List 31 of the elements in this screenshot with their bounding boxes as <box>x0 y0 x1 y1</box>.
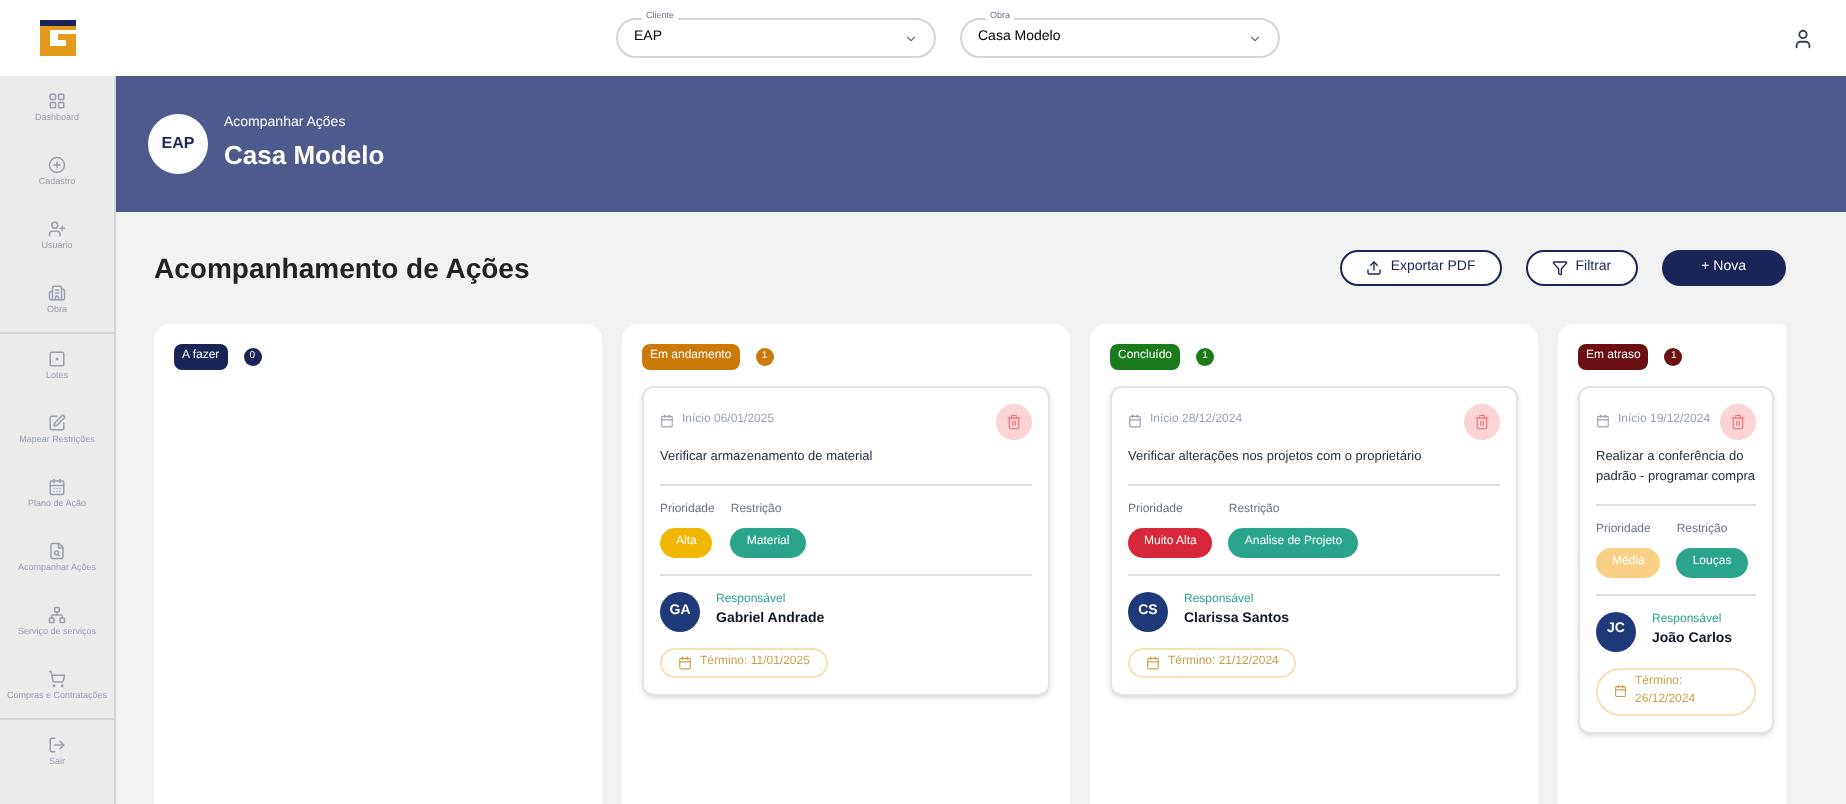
upload-icon <box>1366 260 1383 276</box>
client-logo: EAP <box>148 114 208 174</box>
square-icon <box>48 350 66 369</box>
caret-icon <box>1248 31 1262 45</box>
calendar-icon <box>48 478 66 497</box>
page-title: Acompanhamento de Ações <box>154 249 530 288</box>
document-search-icon <box>48 542 66 561</box>
trash-icon <box>1006 414 1022 430</box>
filter-icon <box>1551 260 1568 276</box>
calendar-icon <box>1128 414 1142 428</box>
calendar-icon <box>678 655 692 670</box>
calendar-icon <box>1596 414 1610 428</box>
plus-circle-icon <box>48 156 66 175</box>
delete-button[interactable] <box>1464 404 1500 440</box>
trash-icon <box>1474 414 1490 430</box>
building-icon <box>48 284 66 303</box>
nodes-icon <box>48 606 66 625</box>
logout-icon <box>48 736 66 755</box>
delete-button[interactable] <box>996 404 1032 440</box>
cart-icon <box>48 670 66 689</box>
calendar-icon <box>660 414 674 428</box>
user-icon[interactable] <box>1792 27 1814 49</box>
delete-button[interactable] <box>1720 404 1756 440</box>
user-plus-icon <box>48 220 66 239</box>
trash-icon <box>1730 414 1746 430</box>
calendar-icon <box>1614 684 1628 698</box>
header-title: Casa Modelo <box>224 137 385 173</box>
calendar-icon <box>1146 655 1160 670</box>
grid-icon <box>48 92 66 111</box>
caret-icon <box>904 31 918 45</box>
pencil-square-icon <box>48 414 66 433</box>
